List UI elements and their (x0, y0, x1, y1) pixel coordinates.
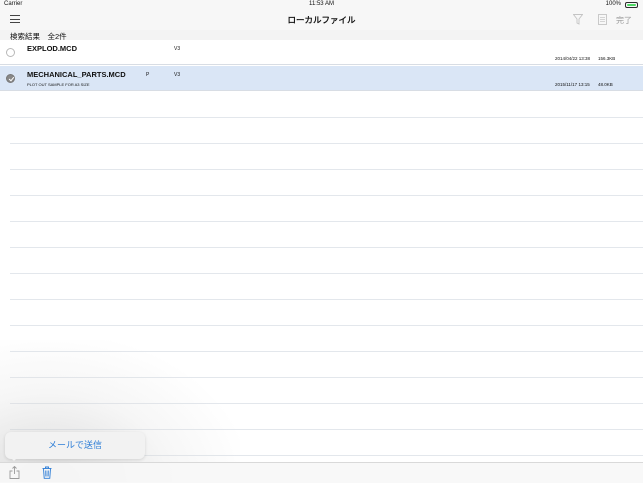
row-separator (10, 325, 643, 326)
status-bar: Carrier 11:53 AM 100% (0, 0, 643, 10)
row-separator (10, 299, 643, 300)
file-version: V3 (174, 46, 180, 52)
battery-icon (625, 2, 638, 8)
battery-percent: 100% (606, 1, 621, 7)
row-separator (10, 247, 643, 248)
file-name: EXPLOD.MCD (27, 44, 77, 53)
bottom-toolbar (0, 462, 643, 483)
file-size: 156.3KB (598, 56, 615, 61)
row-separator (10, 351, 643, 352)
popover-arrow (10, 457, 18, 461)
file-name: MECHANICAL_PARTS.MCD (27, 70, 126, 79)
navigation-bar: ローカルファイル 完了 (0, 10, 643, 31)
file-size: 48.0KB (598, 82, 613, 87)
page-title: ローカルファイル (0, 14, 643, 26)
row-separator (10, 143, 643, 144)
file-row[interactable]: MECHANICAL_PARTS.MCD P V3 PLOT OUT SAMPL… (0, 66, 643, 91)
document-icon[interactable] (598, 14, 607, 25)
file-date: 2015/11/17 13:15 (555, 82, 590, 87)
file-flag: P (146, 72, 149, 78)
row-separator (10, 195, 643, 196)
selected-check-icon[interactable] (6, 74, 15, 83)
battery-level (627, 4, 636, 6)
file-row[interactable]: EXPLOD.MCD V3 2014/04/22 13:38 156.3KB (0, 40, 643, 65)
file-version: V3 (174, 72, 180, 78)
filter-icon[interactable] (573, 14, 583, 25)
search-results-header: 検索結果 全2件 (0, 30, 643, 40)
row-separator (10, 403, 643, 404)
row-separator (10, 221, 643, 222)
row-separator (10, 169, 643, 170)
popover-shadow (0, 340, 240, 482)
file-description: PLOT OUT SAMPLE FOR A3 SIZE (27, 82, 90, 87)
select-radio-icon[interactable] (6, 48, 15, 57)
trash-icon[interactable] (42, 466, 52, 479)
share-icon[interactable] (9, 466, 20, 479)
row-separator (10, 273, 643, 274)
share-popover: メールで送信 (5, 432, 145, 459)
row-separator (10, 429, 643, 430)
row-separator (10, 377, 643, 378)
send-mail-button[interactable]: メールで送信 (5, 432, 145, 459)
done-button[interactable]: 完了 (616, 15, 632, 26)
file-date: 2014/04/22 13:38 (555, 56, 590, 61)
clock: 11:53 AM (0, 1, 643, 7)
row-separator (10, 117, 643, 118)
